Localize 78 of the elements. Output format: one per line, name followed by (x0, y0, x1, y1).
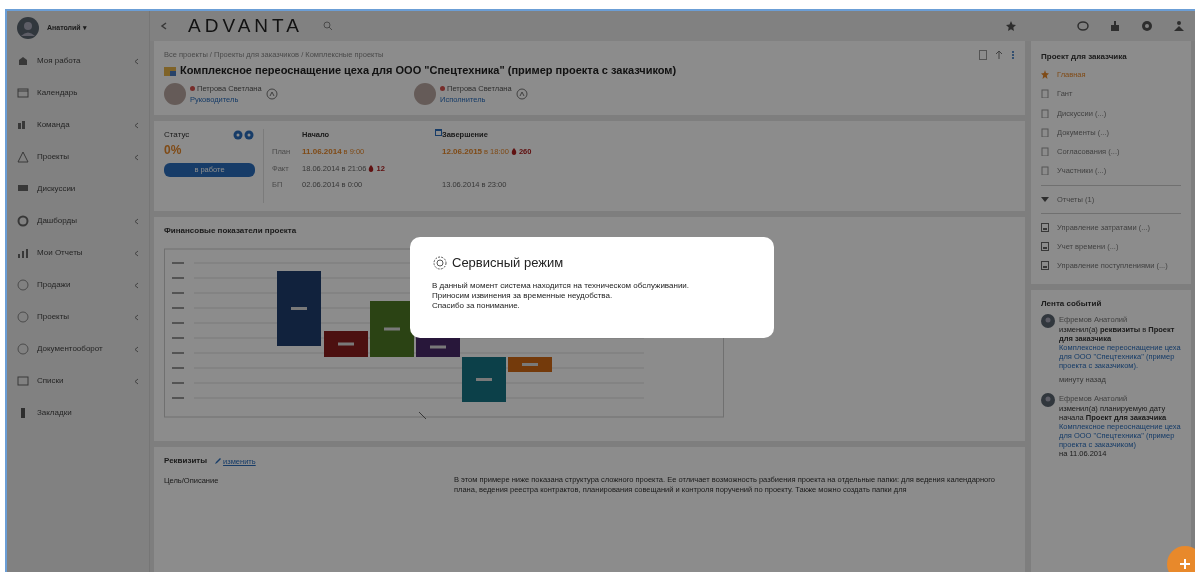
report-icon (1041, 242, 1049, 252)
value-label-mark (522, 363, 538, 367)
replace-user-icon[interactable] (515, 88, 528, 100)
dialog-message: В данный момент система находится на техническом обслуживании. (432, 280, 691, 291)
sidebar-item[interactable]: Документооборот (37, 343, 126, 355)
section-title: Финансовые показатели проекта (164, 225, 298, 238)
value-label-mark (338, 342, 354, 346)
value-label-mark (476, 378, 492, 382)
chart-bar (462, 357, 506, 403)
sidebar-item[interactable]: Проекты (37, 151, 126, 163)
sidebar-item[interactable]: Команда (37, 119, 126, 131)
date-value: 12.06.2015 (442, 145, 483, 158)
chart-bar (324, 331, 368, 358)
triangle-icon (17, 151, 29, 163)
sidebar-item[interactable]: Списки (37, 375, 126, 387)
avatar-icon (1041, 313, 1055, 328)
dialog-message: Спасибо за понимание. (432, 301, 521, 312)
chart-bar (370, 301, 414, 358)
status-dot-icon (190, 85, 195, 91)
panel-title: Лента событий (1041, 297, 1103, 310)
status-dot-icon (440, 85, 445, 91)
sidebar-item[interactable]: Проекты (37, 311, 126, 323)
chart-bar (508, 357, 552, 373)
plus-icon (1180, 558, 1190, 569)
panel-title: Проект для заказчика (1041, 51, 1128, 63)
replace-user-icon[interactable] (265, 88, 278, 100)
sidebar-item[interactable]: Моя работа (37, 55, 126, 67)
sidebar-item[interactable]: Дискуссии (37, 183, 139, 195)
pencil-icon (215, 458, 222, 465)
section-title: Реквизиты (164, 455, 208, 468)
date-value: 11.06.2014 (302, 145, 342, 158)
avatar-icon (17, 17, 39, 39)
value-label-mark (430, 345, 446, 349)
up-arrow-icon[interactable] (995, 49, 1003, 60)
circle-icon (17, 343, 29, 355)
calendar-icon (17, 87, 29, 99)
avatar-icon (1041, 393, 1055, 407)
status-label: Статус (164, 129, 190, 142)
value-label-mark (291, 307, 307, 311)
person-photo (164, 83, 186, 105)
sidebar-item[interactable]: Мои Отчеты (37, 247, 126, 259)
dialog-message: Приносим извинения за временные неудобства. (432, 290, 614, 302)
search-icon[interactable] (322, 21, 333, 31)
flame-icon (510, 148, 517, 155)
caret-icon (1041, 194, 1049, 204)
circle-icon (17, 311, 29, 323)
house-icon (17, 55, 29, 67)
sidebar-item[interactable]: Дашборды (37, 215, 126, 227)
sidebar-item[interactable]: Календарь (37, 87, 139, 99)
chart-icon (17, 247, 29, 259)
document-icon[interactable] (979, 49, 987, 60)
help-icon[interactable] (1141, 20, 1153, 32)
person-photo (414, 83, 436, 105)
circle-icon (17, 279, 29, 291)
more-icon[interactable] (1011, 49, 1015, 60)
resize-handle[interactable] (418, 411, 427, 420)
sidebar-item[interactable]: Продажи (37, 279, 126, 291)
chat-icon[interactable] (1077, 20, 1089, 32)
dialog-title: Сервисный режим (452, 254, 564, 272)
calendar-icon[interactable] (435, 129, 442, 137)
project-title: Комплексное переоснащение цеха для ООО "Спецтехника" (пример проекта с заказчиком) (180, 63, 677, 79)
star-icon (1041, 70, 1049, 80)
circle-icon (17, 215, 29, 227)
sidebar-item[interactable]: Закладки (37, 407, 139, 419)
flame-icon (368, 164, 375, 172)
star-icon[interactable] (1005, 20, 1017, 32)
window-icon (17, 375, 29, 387)
logo: ADVANTA (188, 13, 303, 38)
toggle-icon[interactable] (233, 130, 255, 141)
folder-icon (164, 65, 176, 76)
thumb-icon[interactable] (1109, 20, 1121, 32)
user-icon[interactable] (1173, 20, 1185, 32)
gear-icon (432, 254, 448, 271)
report-icon (1041, 261, 1049, 271)
value-label-mark (384, 327, 400, 331)
progress-percent: 0% (164, 142, 183, 160)
collapse-icon[interactable] (160, 22, 168, 30)
report-icon (1041, 222, 1049, 232)
